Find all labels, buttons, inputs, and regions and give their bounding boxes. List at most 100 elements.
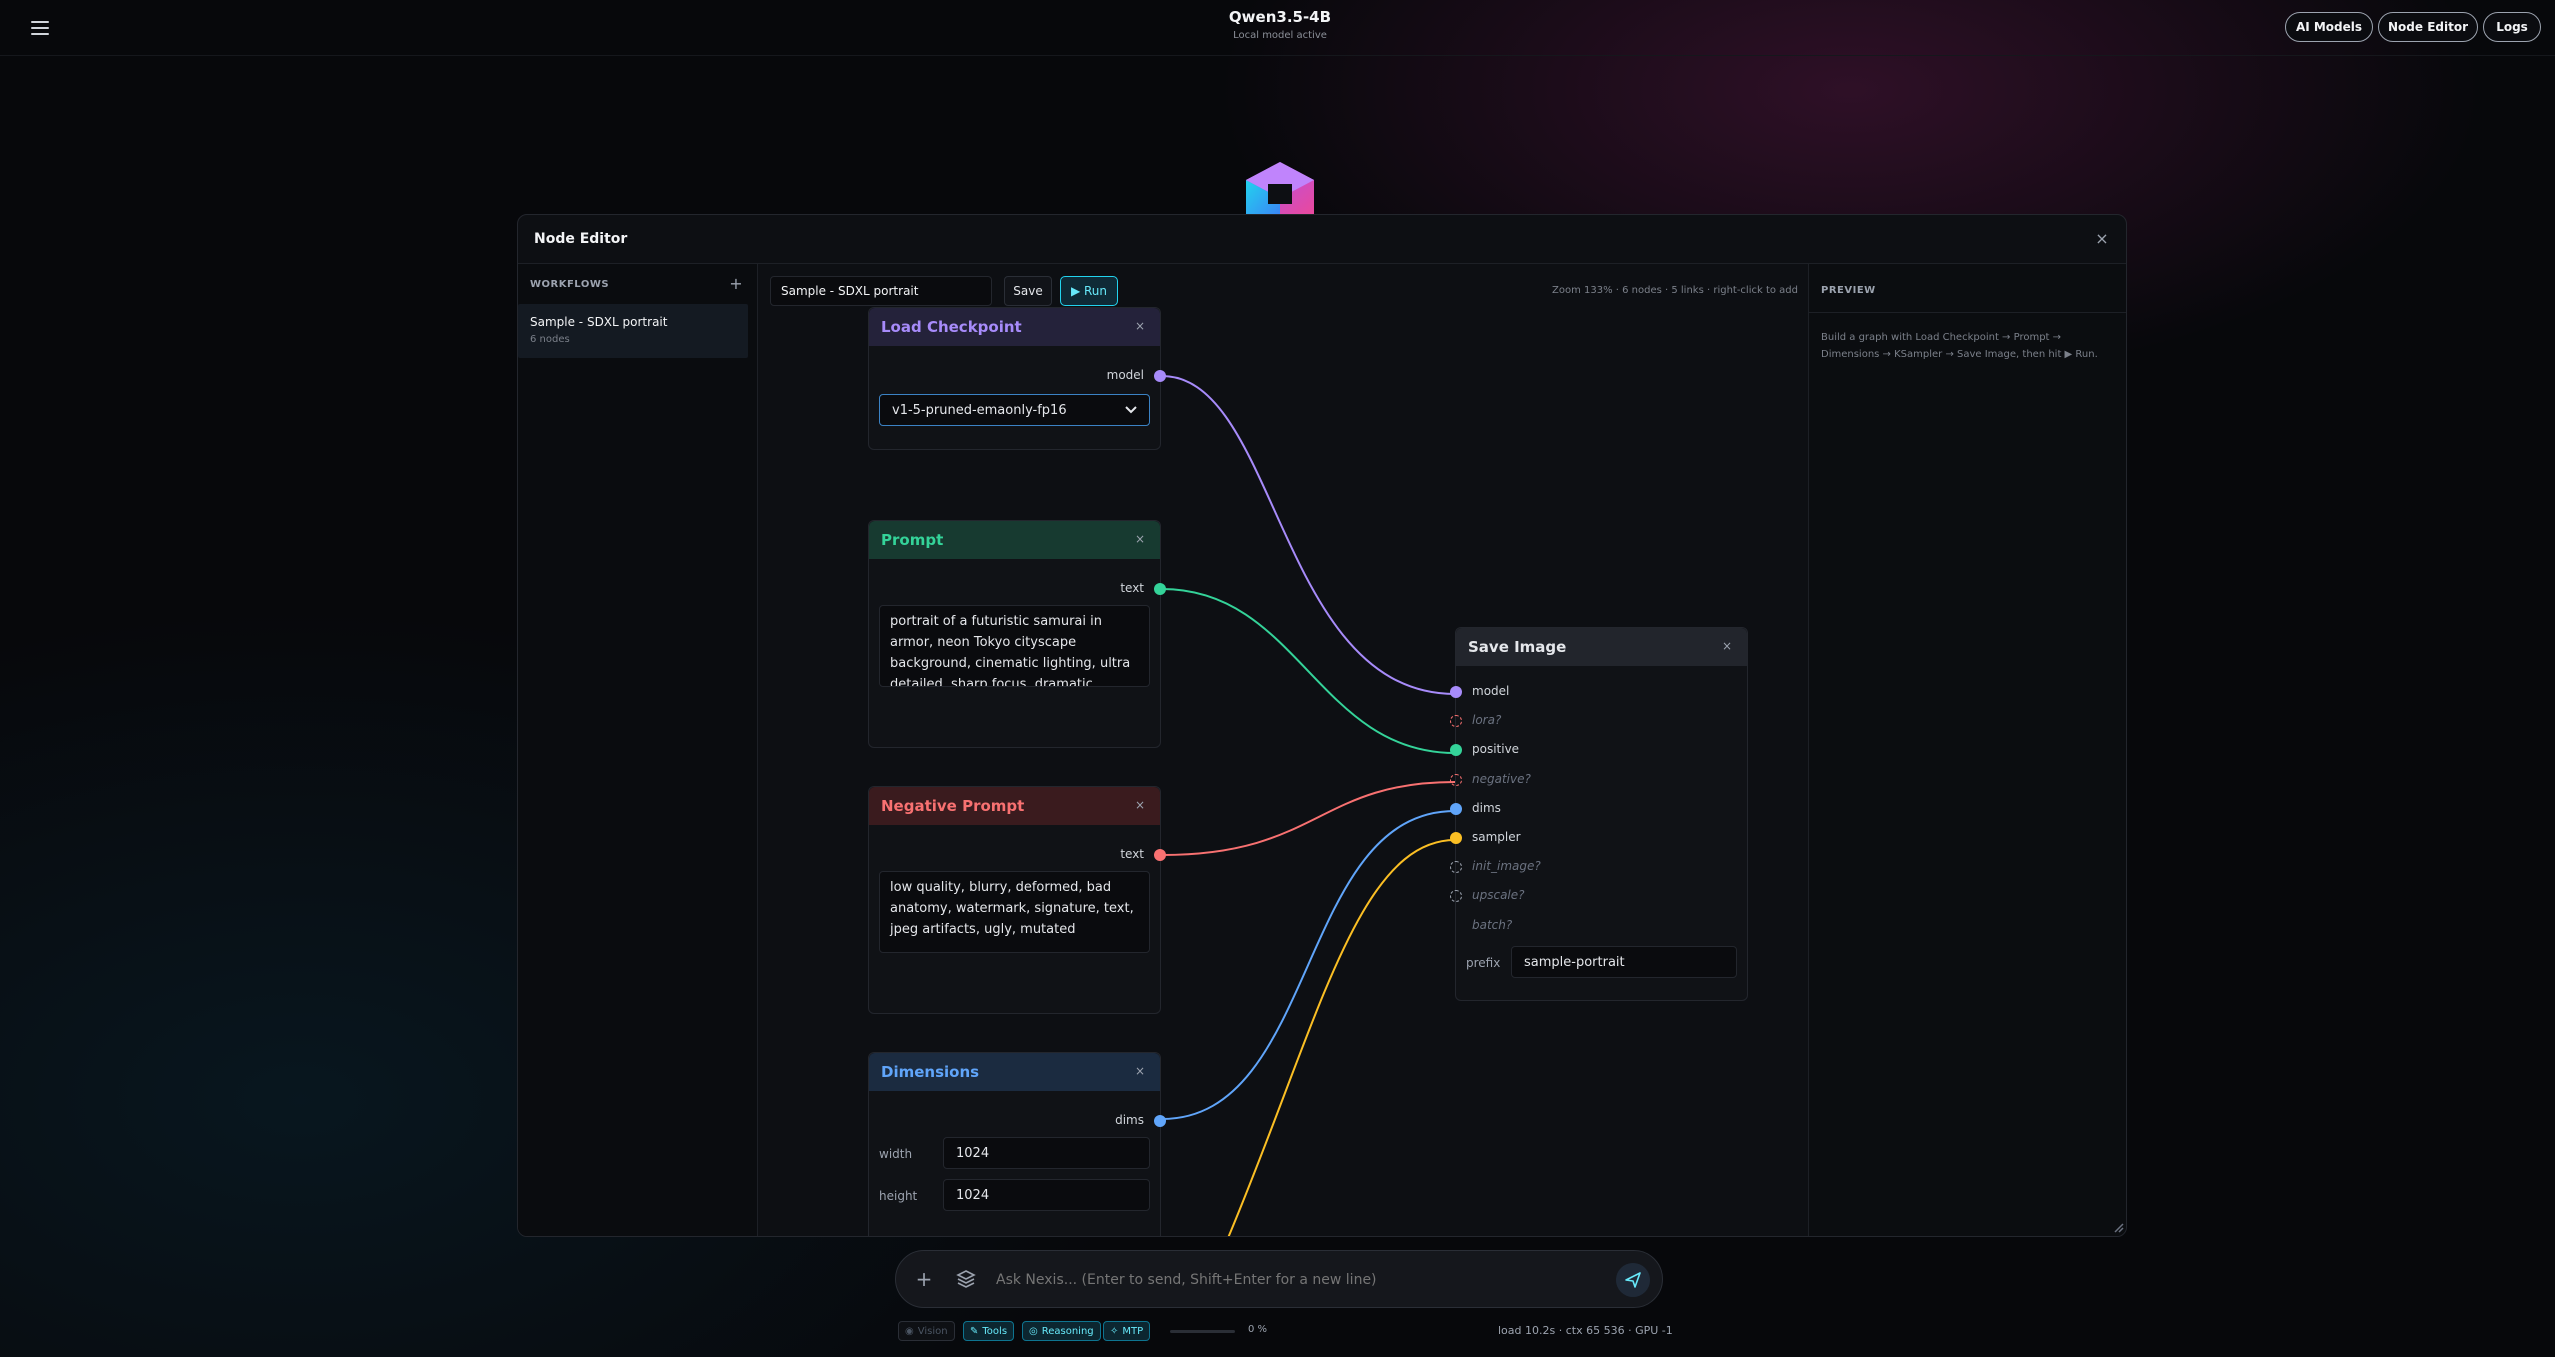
- node-canvas[interactable]: Save ▶ Run Zoom 133% · 6 nodes · 5 links…: [758, 264, 1808, 1236]
- add-workflow-icon[interactable]: +: [724, 272, 748, 296]
- workflows-sidebar: WORKFLOWS + Sample - SDXL portrait 6 nod…: [518, 264, 758, 1236]
- ai-models-button[interactable]: AI Models: [2285, 12, 2373, 42]
- input-port-upscale[interactable]: [1450, 890, 1462, 903]
- reasoning-label: Reasoning: [1041, 1325, 1094, 1337]
- output-port-text[interactable]: [1154, 849, 1166, 861]
- input-label-negative: negative?: [1472, 771, 1531, 786]
- model-select[interactable]: v1-5-pruned-emaonly-fp16: [879, 394, 1150, 426]
- input-port-positive[interactable]: [1450, 744, 1462, 757]
- hamburger-menu-icon[interactable]: [22, 12, 58, 44]
- input-label-sampler: sampler: [1472, 830, 1521, 844]
- output-port-model[interactable]: [1154, 370, 1166, 382]
- wire-sampler: [1227, 839, 1456, 1236]
- node-header[interactable]: Negative Prompt ×: [869, 787, 1160, 825]
- tools-toggle[interactable]: ✎ Tools: [963, 1321, 1015, 1341]
- node-editor-button[interactable]: Node Editor: [2378, 12, 2478, 42]
- dimensions-node[interactable]: Dimensions × dims width height: [868, 1052, 1166, 1236]
- prompt-node[interactable]: Prompt × text portrait of a futuristic s…: [868, 520, 1166, 748]
- node-editor-modal: Node Editor × WORKFLOWS + Sample - SDXL …: [517, 214, 2127, 1237]
- height-input[interactable]: [943, 1179, 1150, 1211]
- node-title: Dimensions: [881, 1063, 980, 1081]
- wire-model: [1161, 375, 1456, 695]
- model-stats: load 10.2s · ctx 65 536 · GPU -1: [1498, 1324, 1673, 1337]
- output-port-text[interactable]: [1154, 583, 1166, 595]
- input-label-init-image: init_image?: [1472, 859, 1541, 874]
- close-icon[interactable]: ×: [1130, 529, 1150, 549]
- run-button[interactable]: ▶ Run: [1060, 276, 1118, 306]
- app-logo-icon: [1246, 162, 1314, 218]
- progress-bar: [1170, 1330, 1235, 1333]
- prefix-input[interactable]: [1511, 946, 1737, 978]
- close-icon[interactable]: ×: [1717, 636, 1737, 656]
- chat-input[interactable]: [994, 1265, 1554, 1295]
- mtp-toggle[interactable]: ✧ MTP: [1103, 1321, 1151, 1341]
- load-checkpoint-node[interactable]: Load Checkpoint × model v1-5-pruned-emao…: [868, 307, 1166, 450]
- input-label-upscale: upscale?: [1472, 888, 1525, 903]
- vision-toggle[interactable]: ◉ Vision: [898, 1321, 955, 1341]
- close-icon[interactable]: ×: [1130, 316, 1150, 336]
- output-label-dims: dims: [1115, 1113, 1144, 1127]
- wrench-icon: ✎: [970, 1325, 979, 1337]
- close-icon[interactable]: ×: [1130, 1061, 1150, 1081]
- preview-hint: Build a graph with Load Checkpoint → Pro…: [1821, 332, 2098, 360]
- tools-label: Tools: [982, 1325, 1008, 1337]
- layers-icon[interactable]: [952, 1265, 980, 1293]
- reasoning-toggle[interactable]: ◎ Reasoning: [1022, 1321, 1101, 1341]
- node-title: Load Checkpoint: [881, 318, 1022, 336]
- node-header[interactable]: Prompt ×: [869, 521, 1160, 559]
- resize-handle-icon[interactable]: [2112, 1221, 2124, 1233]
- vision-label: Vision: [917, 1325, 948, 1337]
- sparkle-icon: ✧: [1110, 1325, 1119, 1337]
- close-icon[interactable]: ×: [2090, 227, 2114, 251]
- input-label-model: model: [1472, 684, 1510, 698]
- chat-bar: +: [895, 1250, 1663, 1308]
- chevron-down-icon: [1125, 406, 1137, 414]
- prompt-textarea[interactable]: portrait of a futuristic samurai in armo…: [879, 605, 1150, 687]
- height-label: height: [879, 1189, 918, 1203]
- preview-panel: PREVIEW Build a graph with Load Checkpoi…: [1808, 264, 2126, 1236]
- input-port-dims[interactable]: [1450, 802, 1462, 815]
- node-header[interactable]: Save Image ×: [1456, 628, 1747, 666]
- input-label-lora: lora?: [1472, 713, 1502, 728]
- workflow-node-count: 6 nodes: [530, 334, 570, 345]
- node-header[interactable]: Load Checkpoint ×: [869, 308, 1160, 346]
- input-port-lora[interactable]: [1450, 715, 1462, 728]
- canvas-status: Zoom 133% · 6 nodes · 5 links · right-cl…: [1551, 285, 1798, 296]
- close-icon[interactable]: ×: [1130, 795, 1150, 815]
- workflow-name: Sample - SDXL portrait: [530, 315, 668, 329]
- node-title: Negative Prompt: [881, 797, 1025, 815]
- app-subtitle: Local model active: [1233, 30, 1327, 41]
- mtp-label: MTP: [1122, 1325, 1144, 1337]
- wire-negative: [1161, 781, 1456, 856]
- negative-prompt-node[interactable]: Negative Prompt × text low quality, blur…: [868, 786, 1166, 1014]
- preview-heading: PREVIEW: [1821, 285, 1876, 296]
- input-port-model[interactable]: [1450, 686, 1462, 698]
- workflows-heading: WORKFLOWS: [530, 279, 610, 290]
- workflow-list-item[interactable]: Sample - SDXL portrait 6 nodes: [518, 304, 748, 358]
- app-title: Qwen3.5-4B: [1228, 8, 1332, 26]
- save-button[interactable]: Save: [1004, 276, 1052, 306]
- output-label-text: text: [1120, 847, 1144, 861]
- input-port-sampler[interactable]: [1450, 832, 1462, 844]
- node-header[interactable]: Dimensions ×: [869, 1053, 1160, 1091]
- progress-value: 0 %: [1248, 1324, 1268, 1335]
- eye-icon: ◉: [905, 1325, 914, 1337]
- input-port-init-image[interactable]: [1450, 861, 1462, 874]
- node-title: Prompt: [881, 531, 944, 549]
- negative-prompt-textarea[interactable]: low quality, blurry, deformed, bad anato…: [879, 871, 1150, 953]
- input-port-negative[interactable]: [1450, 773, 1462, 786]
- node-title: Save Image: [1468, 638, 1567, 656]
- prefix-label: prefix: [1466, 956, 1501, 970]
- workflow-name-input[interactable]: [770, 276, 992, 306]
- save-image-node[interactable]: Save Image × model lora? positive negative?…: [1450, 627, 1748, 1001]
- width-label: width: [879, 1147, 913, 1161]
- input-label-positive: positive: [1472, 742, 1520, 757]
- output-port-dims[interactable]: [1154, 1115, 1166, 1127]
- output-label-model: model: [1106, 368, 1144, 382]
- width-input[interactable]: [943, 1137, 1150, 1169]
- send-icon[interactable]: [1616, 1263, 1650, 1297]
- modal-title: Node Editor: [534, 231, 628, 247]
- attach-plus-icon[interactable]: +: [910, 1265, 938, 1293]
- logs-button[interactable]: Logs: [2483, 12, 2541, 42]
- input-label-dims: dims: [1472, 800, 1501, 815]
